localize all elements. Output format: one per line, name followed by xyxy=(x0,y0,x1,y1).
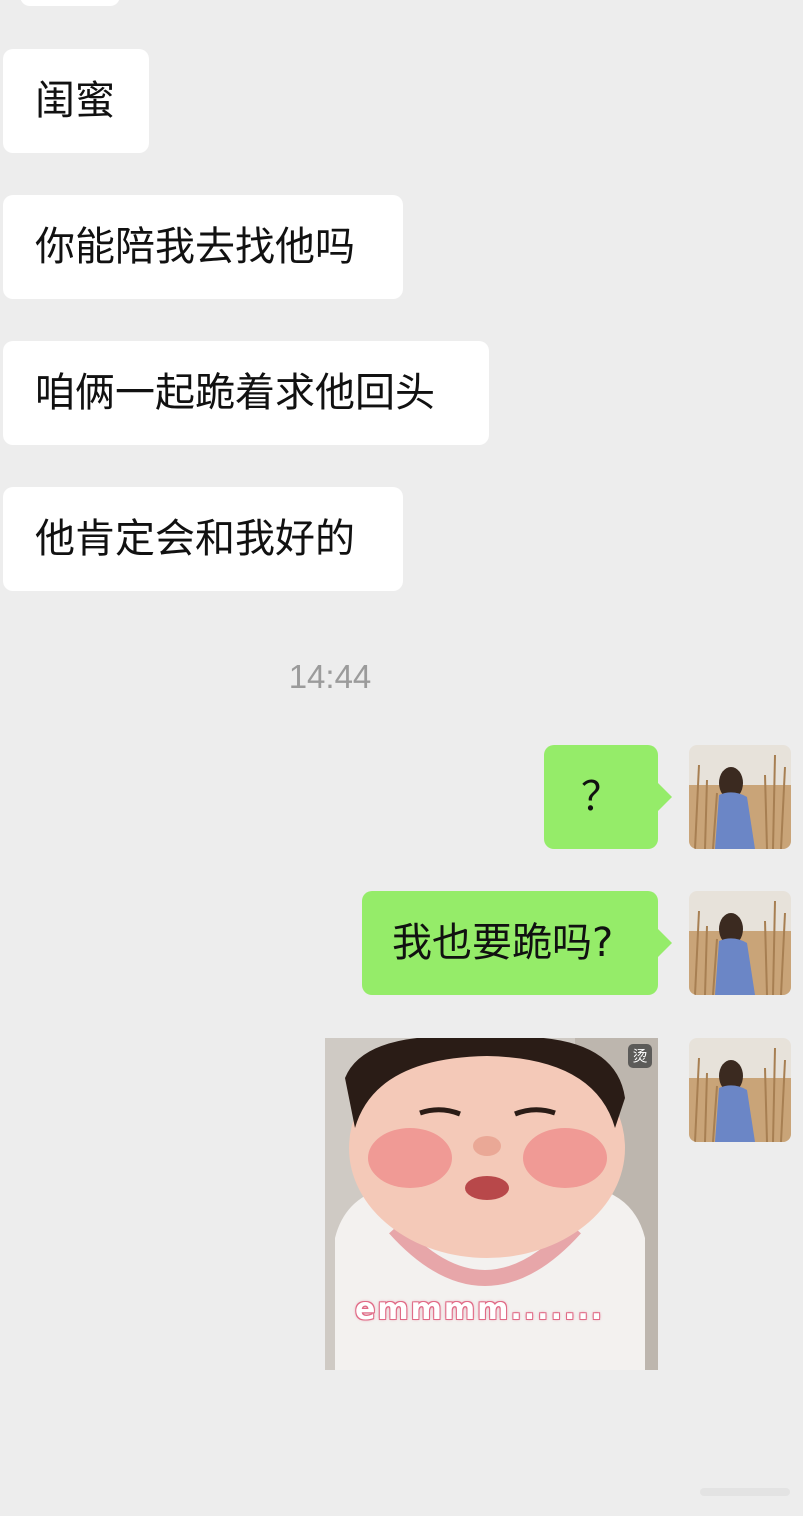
bubble-tail xyxy=(658,929,672,957)
message-text: 你能陪我去找他吗 xyxy=(35,224,355,270)
home-indicator xyxy=(700,1488,790,1496)
sticker-badge: 烫 xyxy=(628,1044,652,1068)
chat-view: 闺蜜 你能陪我去找他吗 咱俩一起跪着求他回头 他肯定会和我好的 14:44 ？ … xyxy=(0,0,803,1516)
message-text: ？ xyxy=(581,774,621,820)
avatar[interactable] xyxy=(689,1038,791,1142)
incoming-message-bubble[interactable]: 你能陪我去找他吗 xyxy=(3,195,403,299)
sticker-message[interactable]: 烫 emmmm....... xyxy=(325,1038,658,1370)
message-text: 我也要跪吗? xyxy=(392,920,614,966)
woman-in-reeds-avatar-icon xyxy=(689,1038,791,1142)
previous-message-edge xyxy=(20,0,120,6)
message-text: 他肯定会和我好的 xyxy=(35,516,355,562)
incoming-message-bubble[interactable]: 他肯定会和我好的 xyxy=(3,487,403,591)
woman-in-reeds-avatar-icon xyxy=(689,745,791,849)
incoming-message-bubble[interactable]: 咱俩一起跪着求他回头 xyxy=(3,341,489,445)
outgoing-message-bubble[interactable]: 我也要跪吗? xyxy=(362,891,672,995)
woman-in-reeds-avatar-icon xyxy=(689,891,791,995)
avatar[interactable] xyxy=(689,891,791,995)
bubble-tail xyxy=(658,783,672,811)
message-text: 闺蜜 xyxy=(35,78,115,124)
sticker-caption: emmmm....... xyxy=(355,1292,605,1327)
outgoing-message-bubble[interactable]: ？ xyxy=(544,745,672,849)
avatar[interactable] xyxy=(689,745,791,849)
timestamp: 14:44 xyxy=(288,658,372,695)
incoming-message-bubble[interactable]: 闺蜜 xyxy=(3,49,149,153)
message-text: 咱俩一起跪着求他回头 xyxy=(35,370,435,416)
